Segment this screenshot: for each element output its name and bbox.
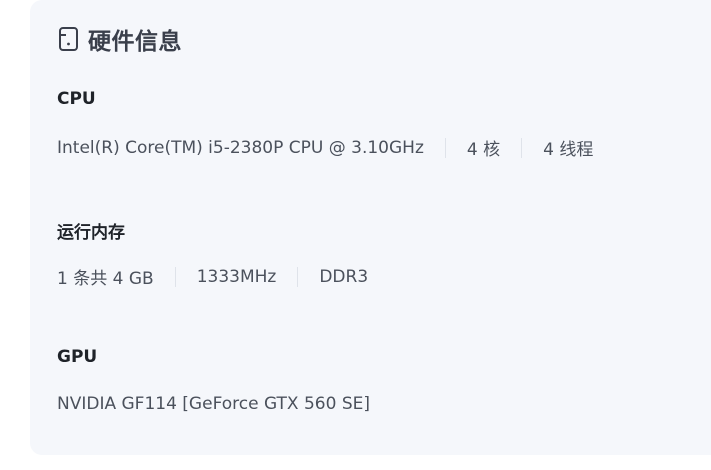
memory-type: DDR3	[319, 266, 369, 287]
hardware-info-card: 硬件信息 CPU Intel(R) Core(TM) i5-2380P CPU …	[30, 0, 711, 455]
card-title: 硬件信息	[88, 29, 182, 55]
divider	[521, 137, 523, 158]
gpu-model: NVIDIA GF114 [GeForce GTX 560 SE]	[57, 394, 370, 414]
gpu-info-row: NVIDIA GF114 [GeForce GTX 560 SE]	[57, 394, 370, 414]
memory-info-row: 1 条共 4 GB 1333MHz DDR3	[57, 264, 368, 289]
divider	[297, 266, 299, 287]
memory-frequency: 1333MHz	[196, 266, 277, 287]
memory-section-title: 运行内存	[57, 223, 125, 243]
cpu-info-row: Intel(R) Core(TM) i5-2380P CPU @ 3.10GHz…	[57, 135, 593, 160]
cpu-cores: 4 核	[466, 140, 501, 160]
cpu-section-title: CPU	[57, 89, 96, 109]
card-header: 硬件信息	[58, 23, 182, 55]
divider	[444, 137, 446, 158]
cpu-model: Intel(R) Core(TM) i5-2380P CPU @ 3.10GHz	[57, 137, 424, 158]
cpu-threads: 4 线程	[543, 140, 594, 160]
device-icon	[58, 26, 80, 52]
divider	[174, 266, 176, 287]
gpu-section-title: GPU	[57, 347, 98, 367]
memory-modules: 1 条共 4 GB	[57, 269, 154, 289]
